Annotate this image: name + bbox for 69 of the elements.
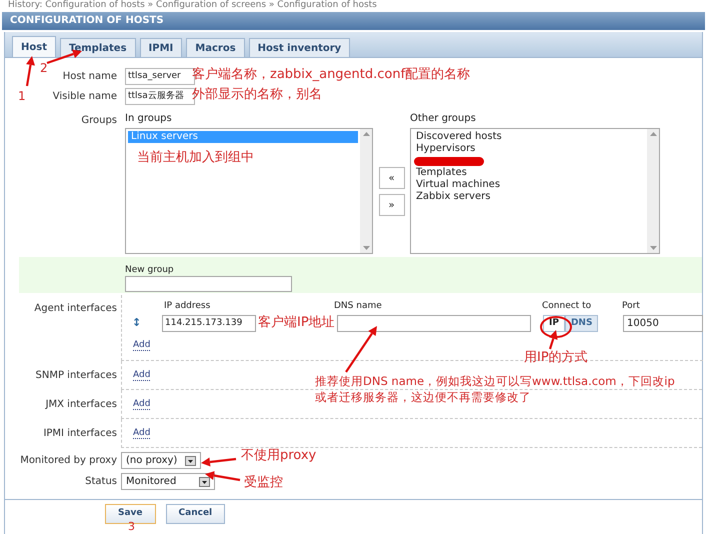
annotation-text: 推荐使用DNS name，例如我这边可以写www.ttlsa.com，下回改ip <box>315 374 675 389</box>
connect-option[interactable]: DNS <box>564 315 598 332</box>
scroll-up-icon[interactable] <box>362 132 370 136</box>
annotation-text: 客户端名称，zabbix_angentd.conf配置的名称 <box>192 67 470 82</box>
field-label: IPMI interfaces <box>43 427 117 441</box>
annotation-arrow <box>548 330 558 350</box>
port-input[interactable]: 10050 <box>623 315 703 332</box>
dropdown[interactable]: Monitored <box>121 473 215 490</box>
field-label: SNMP interfaces <box>36 369 117 383</box>
tab[interactable]: Templates <box>60 38 136 57</box>
annotation-arrow <box>205 471 240 482</box>
annotation-text: 受监控 <box>244 475 283 490</box>
redaction-mark <box>414 156 484 166</box>
column-header: IP address <box>164 301 210 311</box>
annotation-text: 用IP的方式 <box>524 350 588 365</box>
annotation-text: 3 <box>128 521 135 533</box>
field-label: Status <box>85 475 117 489</box>
list-item[interactable]: Hypervisors <box>413 143 645 155</box>
breadcrumb-text: History: Configuration of hosts » Configuration of screens » Configuration of hosts <box>7 0 378 12</box>
field-label: Groups <box>81 114 117 128</box>
drag-handle-icon[interactable]: ↕ <box>130 315 162 332</box>
annotation-text: 2 <box>40 61 48 76</box>
dns-name-input[interactable] <box>337 315 531 332</box>
annotation-arrow <box>201 458 236 466</box>
tab[interactable]: Host <box>12 36 56 57</box>
scroll-down-icon[interactable] <box>362 246 370 250</box>
annotation-text: 或者迁移服务器，这边便不再需要修改了 <box>315 390 531 405</box>
field-label: JMX interfaces <box>46 398 117 412</box>
add-link[interactable]: Add <box>133 340 150 351</box>
column-header: Port <box>622 301 640 311</box>
page-header: CONFIGURATION OF HOSTS <box>2 12 705 30</box>
scrollbar[interactable] <box>647 129 659 253</box>
tab[interactable]: IPMI <box>140 38 182 57</box>
list-item[interactable]: Zabbix servers <box>413 191 645 203</box>
annotation-text: 不使用proxy <box>241 448 316 463</box>
list-item[interactable]: Discovered hosts <box>413 131 645 143</box>
annotation-text: 当前主机加入到组中 <box>137 150 254 165</box>
scroll-up-icon[interactable] <box>650 132 656 136</box>
annotation-arrow <box>345 326 377 373</box>
tab[interactable]: Macros <box>186 38 245 57</box>
list-item[interactable]: Templates <box>413 167 645 179</box>
text-input[interactable] <box>125 276 292 292</box>
column-header: Connect to <box>542 301 592 311</box>
list-box[interactable]: Discovered hosts Hypervisors Templates Virtual machines Zabbix servers <box>410 128 660 254</box>
column-header: DNS name <box>334 301 382 311</box>
move-button[interactable]: « <box>378 167 404 189</box>
field-label: New group <box>125 265 174 276</box>
add-link[interactable]: Add <box>133 399 150 410</box>
annotation-text: 客户端IP地址 <box>258 315 335 330</box>
annotation-text: 1 <box>18 89 26 104</box>
scroll-down-icon[interactable] <box>650 246 656 250</box>
list-heading: Other groups <box>410 112 476 126</box>
dropdown[interactable]: (no proxy) <box>121 452 201 469</box>
field-label: Agent interfaces <box>34 302 117 316</box>
move-button[interactable]: » <box>378 194 404 216</box>
ip-address-input[interactable]: 114.215.173.139 <box>162 315 256 332</box>
highlight-circle <box>540 316 572 338</box>
list-heading: In groups <box>125 112 172 126</box>
annotation-arrow <box>26 56 35 86</box>
tab[interactable]: Host inventory <box>248 38 350 57</box>
field-label: Visible name <box>52 90 117 104</box>
annotation-text: 外部显示的名称，别名 <box>192 87 322 102</box>
field-label: Monitored by proxy <box>20 454 117 468</box>
list-item[interactable]: Virtual machines <box>413 179 645 191</box>
add-link[interactable]: Add <box>133 428 150 440</box>
field-label: Host name <box>62 70 117 84</box>
scrollbar[interactable] <box>360 129 372 253</box>
form-button[interactable]: Cancel <box>166 504 226 524</box>
add-link[interactable]: Add <box>133 370 150 382</box>
